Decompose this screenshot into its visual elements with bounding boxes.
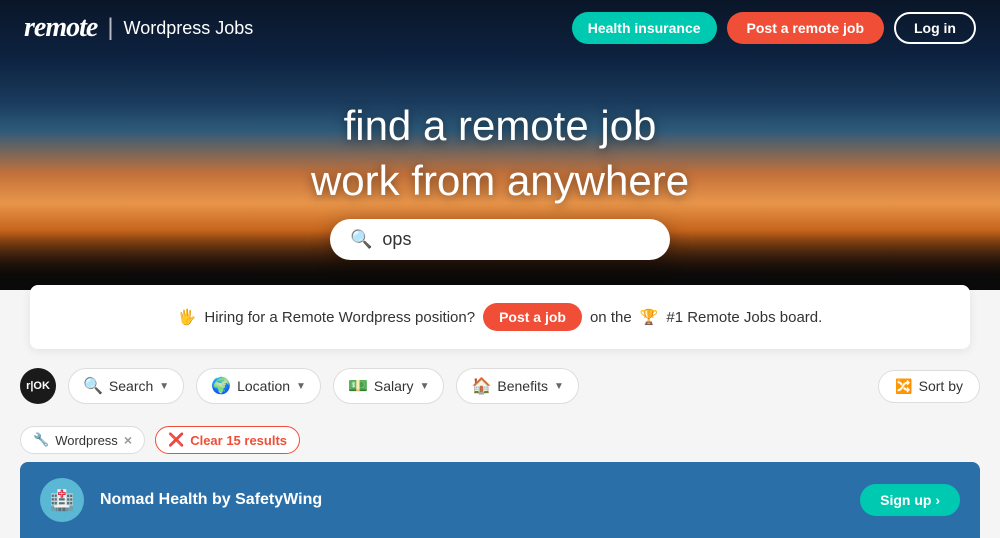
hero-line1: find a remote job — [311, 99, 689, 154]
health-insurance-button[interactable]: Health insurance — [572, 12, 717, 44]
location-filter-label: Location — [237, 378, 290, 394]
hero-section: remote | Wordpress Jobs Health insurance… — [0, 0, 1000, 290]
filter-bar: r|OK 🔍 Search ▼ 🌍 Location ▼ 💵 Salary ▼ … — [0, 354, 1000, 418]
company-name: Nomad Health by SafetyWing — [100, 491, 322, 509]
wordpress-tag: 🔧 Wordpress × — [20, 426, 145, 454]
company-avatar-icon: 🏥 — [50, 488, 75, 513]
benefits-filter-button[interactable]: 🏠 Benefits ▼ — [456, 368, 578, 404]
brand-divider: | — [107, 14, 113, 42]
hiring-rank: #1 Remote Jobs board. — [666, 309, 822, 326]
clear-icon: ❌ — [168, 432, 184, 448]
benefits-filter-label: Benefits — [497, 378, 548, 394]
company-avatar: 🏥 — [40, 478, 84, 522]
hiring-text: Hiring for a Remote Wordpress position? — [204, 309, 475, 326]
post-a-job-button[interactable]: Post a job — [483, 303, 582, 331]
brand: remote | Wordpress Jobs — [24, 12, 253, 44]
hiring-banner: 🖐️ Hiring for a Remote Wordpress positio… — [30, 285, 970, 349]
hiring-icon: 🖐️ — [178, 308, 197, 326]
logo-text: r|OK — [26, 380, 50, 392]
remote-ok-logo: r|OK — [20, 368, 56, 404]
location-filter-icon: 🌍 — [211, 376, 231, 396]
search-filter-button[interactable]: 🔍 Search ▼ — [68, 368, 184, 404]
search-icon: 🔍 — [350, 229, 372, 250]
login-button[interactable]: Log in — [894, 12, 976, 44]
search-bar: 🔍 — [330, 219, 670, 260]
wordpress-tag-remove[interactable]: × — [124, 432, 132, 448]
main-search-input[interactable] — [382, 229, 650, 250]
location-chevron-icon: ▼ — [296, 381, 306, 392]
salary-filter-button[interactable]: 💵 Salary ▼ — [333, 368, 445, 404]
sort-by-label: Sort by — [919, 378, 963, 394]
hiring-suffix: on the — [590, 309, 632, 326]
hero-line2: work from anywhere — [311, 154, 689, 209]
hero-title: find a remote job work from anywhere — [311, 99, 689, 208]
trophy-icon: 🏆 — [640, 308, 659, 326]
tags-bar: 🔧 Wordpress × ❌ Clear 15 results — [0, 418, 1000, 462]
wordpress-tag-label: Wordpress — [55, 433, 118, 448]
sort-by-button[interactable]: 🔀 Sort by — [878, 370, 980, 403]
location-filter-button[interactable]: 🌍 Location ▼ — [196, 368, 321, 404]
salary-filter-icon: 💵 — [348, 376, 368, 396]
salary-chevron-icon: ▼ — [420, 381, 430, 392]
navbar: remote | Wordpress Jobs Health insurance… — [0, 0, 1000, 56]
sort-icon: 🔀 — [895, 378, 912, 395]
search-filter-label: Search — [109, 378, 153, 394]
job-card-preview: 🏥 Nomad Health by SafetyWing Sign up › — [20, 462, 980, 538]
search-container: 🔍 — [330, 219, 670, 260]
search-chevron-icon: ▼ — [159, 381, 169, 392]
post-remote-job-button[interactable]: Post a remote job — [727, 12, 884, 44]
brand-subtitle: Wordpress Jobs — [124, 18, 254, 39]
nav-buttons: Health insurance Post a remote job Log i… — [572, 12, 976, 44]
search-filter-icon: 🔍 — [83, 376, 103, 396]
benefits-filter-icon: 🏠 — [471, 376, 491, 396]
brand-remote: remote — [24, 12, 97, 44]
clear-label: Clear 15 results — [190, 433, 287, 448]
benefits-chevron-icon: ▼ — [554, 381, 564, 392]
wordpress-icon: 🔧 — [33, 432, 49, 448]
salary-filter-label: Salary — [374, 378, 414, 394]
signup-button[interactable]: Sign up › — [860, 484, 960, 516]
clear-results-button[interactable]: ❌ Clear 15 results — [155, 426, 300, 454]
hero-content: find a remote job work from anywhere — [311, 99, 689, 208]
